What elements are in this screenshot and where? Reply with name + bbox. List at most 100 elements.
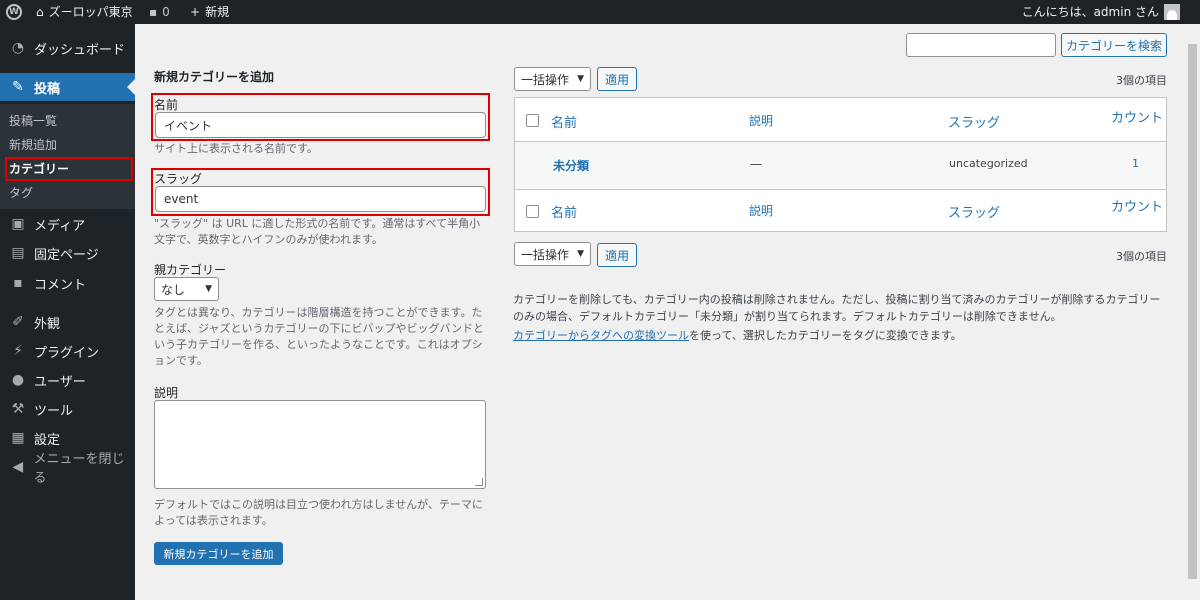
column-header-name[interactable]: 名前	[551, 112, 577, 131]
parent-category-select[interactable]: なし ▼	[154, 277, 219, 301]
user-icon: ●	[11, 372, 25, 388]
slug-label: スラッグ	[154, 172, 203, 186]
sidebar-item-appearance[interactable]: ✐ 外観	[0, 308, 135, 336]
site-name-link[interactable]: ⌂ ズーロッパ東京	[36, 0, 133, 24]
name-help-text: サイト上に表示される名前です。	[154, 142, 318, 155]
plus-icon: +	[190, 5, 201, 19]
apply-button-top[interactable]: 適用	[597, 67, 637, 91]
table-row: 未分類 — uncategorized 1	[515, 142, 1166, 188]
sidebar-item-comments[interactable]: ▪ コメント	[0, 269, 135, 297]
sidebar-item-pages[interactable]: ▤ 固定ページ	[0, 239, 135, 267]
chevron-down-icon: ▼	[577, 249, 584, 259]
wordpress-logo-button[interactable]: W	[6, 0, 22, 24]
sidebar-item-label: プラグイン	[34, 345, 100, 361]
sidebar-item-plugins[interactable]: ⚡ プラグイン	[0, 337, 135, 365]
search-categories-button[interactable]: カテゴリーを検索	[1061, 33, 1167, 57]
bulk-action-value: 一括操作	[521, 247, 570, 262]
comment-icon: ▪	[149, 5, 158, 19]
admin-bar: W ⌂ ズーロッパ東京 ▪ 0 + 新規 こんにちは、admin さん	[0, 0, 1200, 24]
items-count-bottom: 3個の項目	[1116, 250, 1167, 263]
description-textarea[interactable]	[154, 400, 486, 489]
delete-category-note: カテゴリーを削除しても、カテゴリー内の投稿は削除されません。ただし、投稿に割り当…	[513, 293, 1161, 323]
add-new-category-button[interactable]: 新規カテゴリーを追加	[154, 542, 283, 565]
pin-icon: ✎	[12, 79, 24, 95]
sidebar-item-label: メディア	[34, 218, 86, 234]
slug-help-text: "スラッグ" は URL に適した形式の名前です。通常はすべて半角小文字で、英数…	[154, 217, 481, 246]
sidebar-item-label: ユーザー	[34, 374, 86, 390]
column-footer-slug[interactable]: スラッグ	[948, 202, 1000, 221]
comment-icon: ▪	[13, 275, 23, 291]
comments-count: 0	[162, 5, 170, 19]
name-label: 名前	[154, 98, 179, 112]
column-header-count[interactable]: カウント	[1111, 107, 1163, 126]
select-all-checkbox[interactable]	[526, 114, 539, 127]
bulk-action-select-top[interactable]: 一括操作 ▼	[514, 67, 591, 91]
sidebar-item-users[interactable]: ● ユーザー	[0, 366, 135, 394]
category-tag-converter-link[interactable]: カテゴリーからタグへの変換ツール	[513, 329, 689, 342]
bulk-action-select-bottom[interactable]: 一括操作 ▼	[514, 242, 591, 266]
category-slug: uncategorized	[949, 157, 1028, 170]
account-menu[interactable]: こんにちは、admin さん	[1022, 0, 1180, 24]
dashboard-icon: ◔	[11, 40, 25, 56]
bulk-action-value: 一括操作	[521, 72, 570, 87]
parent-category-label: 親カテゴリー	[154, 263, 227, 277]
category-search-input[interactable]	[906, 33, 1056, 57]
parent-help-text: タグとは異なり、カテゴリーは階層構造を持つことができます。たとえば、ジャズという…	[154, 306, 484, 367]
admin-sidebar: ◔ ダッシュボード ✎ 投稿 投稿一覧 新規追加 カテゴリー タグ ▣ メディア…	[0, 24, 135, 600]
collapse-arrow-icon: ◀	[12, 459, 24, 475]
new-content-link[interactable]: + 新規	[190, 0, 229, 24]
select-all-checkbox-footer[interactable]	[526, 205, 539, 218]
plugin-icon: ⚡	[13, 343, 23, 359]
name-input[interactable]: イベント	[155, 112, 486, 138]
column-footer-description[interactable]: 説明	[749, 202, 773, 219]
category-description: —	[750, 157, 762, 171]
comments-link[interactable]: ▪ 0	[149, 0, 170, 24]
scrollbar-thumb[interactable]	[1188, 44, 1197, 579]
column-footer-name[interactable]: 名前	[551, 202, 577, 221]
wordpress-icon: W	[6, 4, 22, 20]
wrench-icon: ⚒	[11, 401, 25, 417]
collapse-menu-button[interactable]: ◀ メニューを閉じる	[0, 452, 135, 486]
sidebar-item-tools[interactable]: ⚒ ツール	[0, 395, 135, 423]
apply-button-bottom[interactable]: 適用	[597, 243, 637, 267]
column-header-description[interactable]: 説明	[749, 112, 773, 129]
sidebar-item-label: ツール	[34, 403, 74, 419]
add-category-heading: 新規カテゴリーを追加	[154, 70, 275, 84]
category-name-link[interactable]: 未分類	[553, 157, 589, 174]
categories-table: 名前 説明 スラッグ カウント 未分類 — uncategorized 1 名前…	[514, 97, 1167, 232]
chevron-down-icon: ▼	[577, 74, 584, 84]
page-scrollbar[interactable]	[1185, 24, 1200, 600]
slug-input[interactable]: event	[155, 186, 486, 212]
sidebar-item-label: 外観	[34, 316, 61, 332]
categories-highlight-box	[5, 157, 133, 181]
sidebar-item-label: 固定ページ	[34, 247, 99, 263]
sidebar-item-label: メニューを閉じる	[33, 452, 125, 486]
submenu-item-all-posts[interactable]: 投稿一覧	[9, 112, 57, 129]
description-label: 説明	[154, 386, 179, 400]
brush-icon: ✐	[12, 314, 24, 330]
home-icon: ⌂	[36, 5, 44, 19]
sidebar-item-label: 投稿	[34, 81, 61, 97]
avatar	[1164, 4, 1180, 20]
column-header-slug[interactable]: スラッグ	[948, 112, 1000, 131]
sidebar-item-label: 設定	[34, 432, 61, 448]
items-count-top: 3個の項目	[1116, 74, 1167, 87]
sidebar-item-posts[interactable]: ✎ 投稿	[0, 73, 135, 101]
sidebar-item-label: コメント	[34, 277, 87, 293]
submenu-item-add-new[interactable]: 新規追加	[9, 136, 57, 153]
sidebar-item-dashboard[interactable]: ◔ ダッシュボード	[0, 34, 135, 62]
column-footer-count[interactable]: カウント	[1111, 196, 1163, 215]
parent-category-value: なし	[161, 282, 186, 297]
converter-note: カテゴリーからタグへの変換ツールを使って、選択したカテゴリーをタグに変換できます…	[513, 327, 1168, 344]
category-count-link[interactable]: 1	[1132, 157, 1139, 170]
chevron-down-icon: ▼	[205, 284, 212, 294]
new-label: 新規	[205, 5, 230, 19]
table-footer-row: 名前 説明 スラッグ カウント	[515, 189, 1166, 231]
sidebar-item-media[interactable]: ▣ メディア	[0, 210, 135, 238]
howdy-text: こんにちは、admin さん	[1021, 5, 1159, 19]
site-name: ズーロッパ東京	[48, 5, 133, 19]
submenu-item-tags[interactable]: タグ	[9, 184, 33, 201]
media-icon: ▣	[11, 216, 25, 232]
converter-note-text: を使って、選択したカテゴリーをタグに変換できます。	[689, 329, 962, 342]
sidebar-item-label: ダッシュボード	[34, 42, 126, 58]
